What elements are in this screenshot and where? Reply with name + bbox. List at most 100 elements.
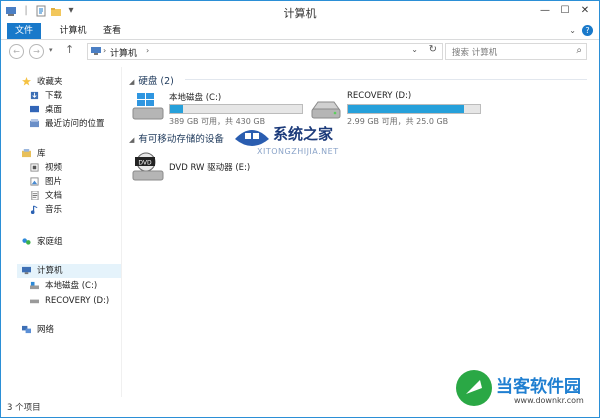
star-icon (22, 77, 31, 86)
minimize-button[interactable]: — (535, 3, 555, 19)
nav-libraries-label: 库 (37, 149, 46, 159)
music-icon (30, 205, 38, 214)
drive-c-usage-fill (170, 105, 184, 113)
collapse-icon[interactable]: ◢ (129, 78, 134, 86)
nav-documents-label: 文档 (45, 191, 63, 201)
tab-file[interactable]: 文件 (7, 23, 41, 39)
nav-computer[interactable]: 计算机 (17, 264, 121, 278)
nav-pictures[interactable]: 图片 (29, 175, 62, 189)
nav-drive-d-label: RECOVERY (D:) (45, 296, 110, 306)
refresh-icon[interactable]: ↻ (429, 44, 437, 55)
navigation-pane: 收藏夹 下载 桌面 最近访问的位置 库 视频 图片 文档 音乐 家庭组 计算机 … (1, 67, 121, 397)
nav-music[interactable]: 音乐 (29, 203, 62, 217)
drive-c-icon (132, 93, 164, 120)
watermark-text: 系统之家 (273, 125, 334, 143)
window-title: 计算机 (283, 7, 317, 20)
nav-libraries[interactable]: 库 (21, 147, 46, 161)
window-controls: — ☐ ✕ (535, 3, 595, 19)
close-button[interactable]: ✕ (575, 3, 595, 19)
document-icon (31, 191, 39, 200)
computer-icon (91, 47, 101, 55)
computer-icon (22, 266, 31, 275)
tab-view[interactable]: 查看 (99, 23, 125, 39)
content-pane: ◢ 硬盘 (2) 本地磁盘 (C:) 389 GB 可用，共 430 GB REC… (123, 67, 593, 397)
network-icon (22, 325, 31, 334)
nav-documents[interactable]: 文档 (29, 189, 62, 203)
tab-computer[interactable]: 计算机 (55, 23, 91, 39)
help-icon[interactable]: ? (582, 25, 593, 36)
back-button[interactable]: ← (9, 44, 24, 59)
dvd-drive-name: DVD RW 驱动器 (E:) (169, 163, 251, 173)
nav-homegroup[interactable]: 家庭组 (21, 235, 63, 249)
ribbon-right: ⌄ ? (569, 25, 593, 36)
maximize-button[interactable]: ☐ (555, 3, 575, 19)
address-dropdown-icon[interactable]: ⌄ (411, 45, 418, 54)
search-box[interactable]: 搜索 计算机 ⌕ (445, 43, 587, 60)
breadcrumb-separator-icon[interactable]: › (103, 46, 106, 55)
nav-recent-label: 最近访问的位置 (45, 119, 105, 129)
hdd-group-label: 硬盘 (2) (138, 76, 174, 87)
expand-ribbon-icon[interactable]: ⌄ (569, 26, 576, 35)
title-bar: | ▾ 计算机 — ☐ ✕ (1, 1, 599, 23)
ribbon-tabs: 文件 计算机 查看 ⌄ ? (1, 23, 599, 40)
nav-drive-c-label: 本地磁盘 (C:) (45, 281, 98, 291)
explorer-window: | ▾ 计算机 — ☐ ✕ 文件 计算机 查看 ⌄ ? ← → ▾ ↑ › 计算… (0, 0, 600, 418)
dvd-drive-icon: DVD (132, 152, 164, 181)
nav-music-label: 音乐 (45, 205, 63, 215)
address-bar[interactable]: › 计算机 › ⌄ ↻ (87, 43, 443, 60)
nav-videos-label: 视频 (45, 163, 63, 173)
drive-d-usage-fill (348, 105, 465, 113)
drive-c-icon (30, 281, 39, 290)
nav-favorites[interactable]: 收藏夹 (21, 75, 63, 89)
nav-network[interactable]: 网络 (21, 323, 54, 337)
video-icon (30, 163, 39, 172)
desktop-icon (30, 105, 39, 113)
nav-homegroup-label: 家庭组 (37, 237, 63, 247)
picture-icon (30, 177, 39, 186)
nav-desktop[interactable]: 桌面 (29, 103, 62, 117)
library-icon (22, 149, 31, 158)
drive-d-usage-bar (347, 104, 481, 114)
nav-videos[interactable]: 视频 (29, 161, 62, 175)
removable-group-header[interactable]: ◢ 有可移动存储的设备 (129, 131, 224, 145)
removable-group-label: 有可移动存储的设备 (138, 134, 224, 145)
search-input[interactable]: 搜索 计算机 (452, 46, 497, 58)
drive-d-tile[interactable]: RECOVERY (D:) 2.99 GB 可用，共 25.0 GB (309, 91, 489, 129)
site-logo-url: www.downkr.com (514, 396, 584, 405)
up-button[interactable]: ↑ (65, 43, 74, 56)
drive-d-icon (311, 101, 341, 119)
drive-d-icon (30, 299, 39, 304)
site-logo-text: 当客软件园 (496, 377, 581, 397)
nav-recent[interactable]: 最近访问的位置 (29, 117, 105, 131)
recent-locations-icon[interactable]: ▾ (49, 46, 53, 54)
nav-drive-c[interactable]: 本地磁盘 (C:) (29, 279, 97, 293)
watermark: 系统之家 XITONGZHIJIA.NET (233, 119, 338, 156)
breadcrumb-chevron-icon[interactable]: › (146, 46, 149, 55)
drive-d-free: 2.99 GB 可用，共 25.0 GB (347, 117, 449, 126)
group-divider (185, 79, 587, 80)
search-icon[interactable]: ⌕ (576, 45, 582, 56)
nav-network-label: 网络 (37, 325, 55, 335)
dvd-label: DVD (138, 160, 152, 167)
forward-button[interactable]: → (29, 44, 44, 59)
recent-places-icon (30, 119, 39, 128)
drive-d-name: RECOVERY (D:) (347, 91, 412, 101)
homegroup-icon (22, 238, 31, 245)
pane-divider (121, 67, 122, 397)
site-logo-icon (456, 370, 492, 406)
collapse-icon[interactable]: ◢ (129, 136, 134, 144)
nav-downloads[interactable]: 下载 (29, 89, 62, 103)
watermark-subtext: XITONGZHIJIA.NET (257, 147, 339, 156)
nav-pictures-label: 图片 (45, 177, 63, 187)
status-bar-count: 3 个项目 (7, 403, 41, 413)
nav-drive-d[interactable]: RECOVERY (D:) (29, 294, 109, 308)
drive-c-usage-bar (169, 104, 303, 114)
breadcrumb[interactable]: 计算机 (110, 46, 137, 59)
download-icon (30, 91, 39, 100)
address-row: ← → ▾ ↑ › 计算机 › ⌄ ↻ 搜索 计算机 ⌕ (1, 40, 599, 62)
site-logo: 当客软件园 www.downkr.com (454, 366, 600, 418)
nav-desktop-label: 桌面 (45, 105, 63, 115)
dvd-drive-tile[interactable]: DVD DVD RW 驱动器 (E:) (131, 151, 311, 187)
hdd-group-header[interactable]: ◢ 硬盘 (2) (129, 73, 174, 87)
nav-downloads-label: 下载 (45, 91, 63, 101)
